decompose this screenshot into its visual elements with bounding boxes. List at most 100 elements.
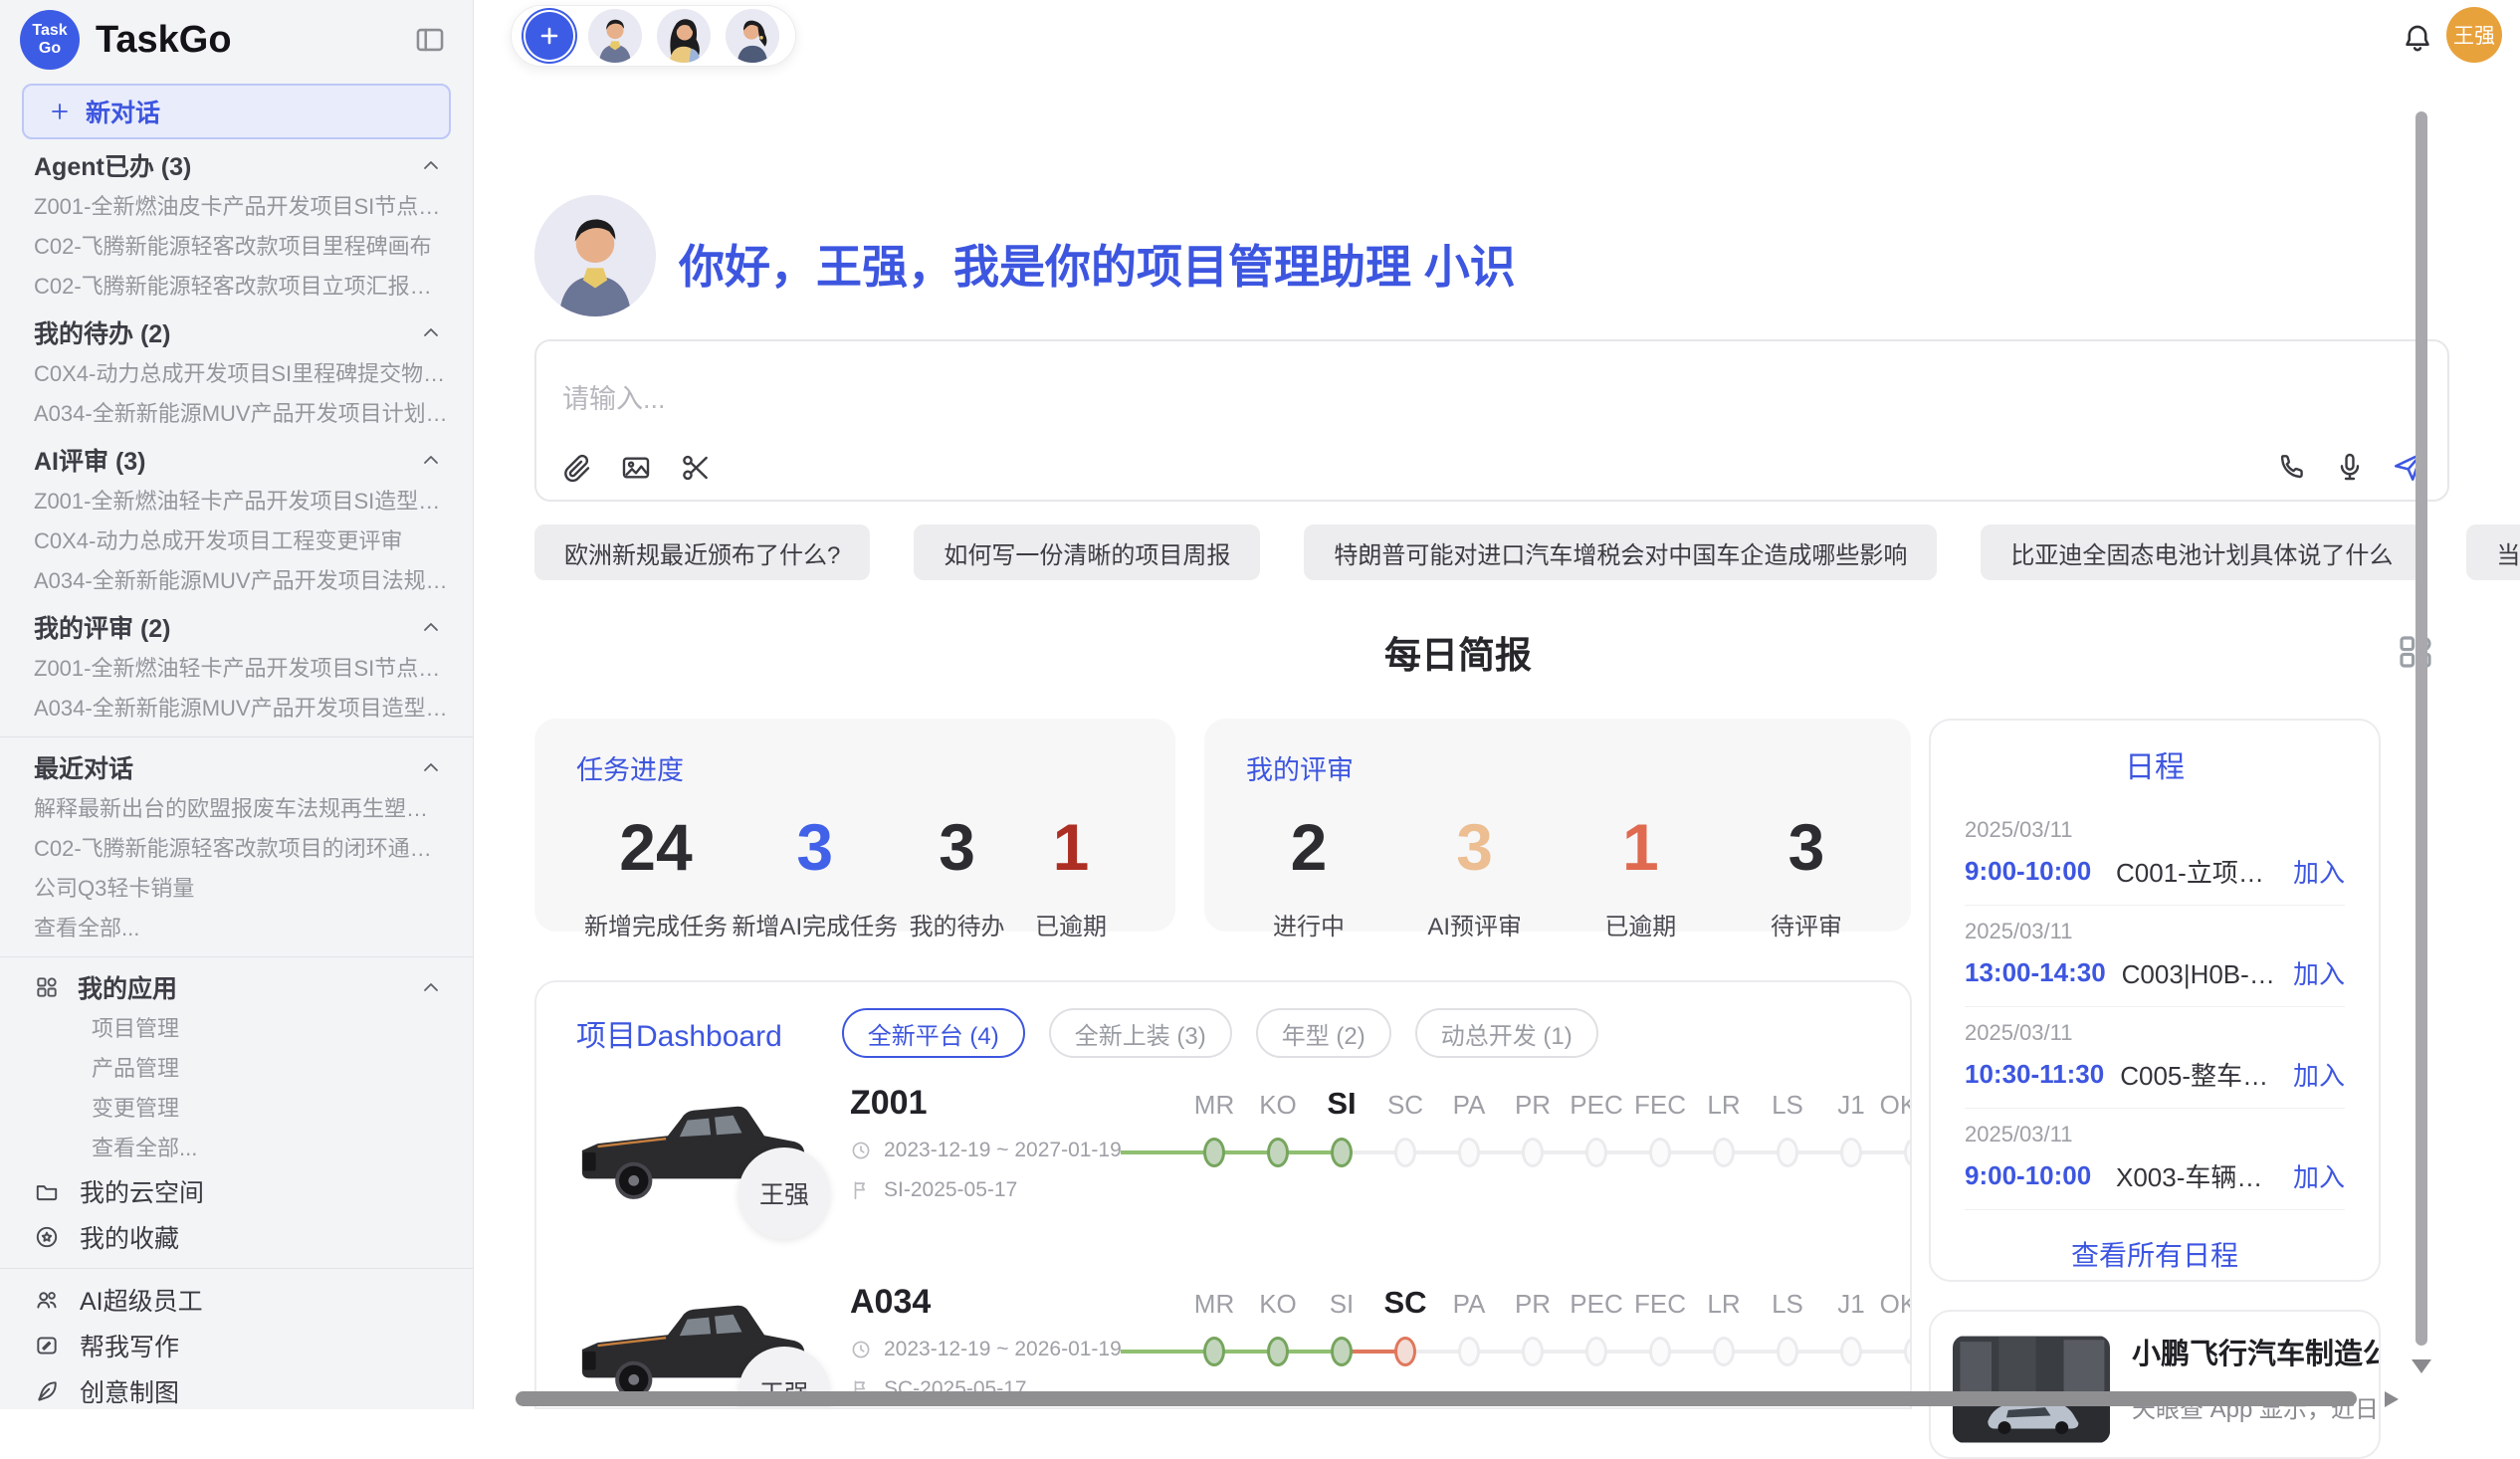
milestone-dot[interactable] <box>1458 1138 1480 1167</box>
milestone-dot[interactable] <box>1331 1337 1353 1366</box>
sidebar-item-help-write[interactable]: 帮我写作 <box>0 1323 473 1368</box>
chevron-up-icon <box>419 448 443 472</box>
milestone-dot[interactable] <box>1777 1337 1798 1366</box>
sidebar-app-item[interactable]: 变更管理 <box>0 1089 473 1129</box>
project-name[interactable]: Z001 <box>850 1084 1085 1123</box>
sidebar-section-header[interactable]: 我的评审 (2) <box>0 605 473 649</box>
sidebar-app-item[interactable]: 查看全部... <box>0 1129 473 1168</box>
news-title[interactable]: 小鹏飞行汽车制造公司增资 <box>2132 1336 2381 1373</box>
milestone-dot[interactable] <box>1713 1337 1735 1366</box>
phone-icon[interactable] <box>2276 451 2308 483</box>
event-join-link[interactable]: 加入 <box>2293 1056 2345 1093</box>
dashboard-filter-chip[interactable]: 年型 (2) <box>1256 1008 1391 1058</box>
sidebar-item-favorites[interactable]: 我的收藏 <box>0 1214 473 1260</box>
milestone-dot[interactable] <box>1649 1138 1671 1167</box>
scissors-icon[interactable] <box>680 452 712 484</box>
sidebar-item-ai-employee[interactable]: AI超级员工 <box>0 1277 473 1323</box>
sidebar-item[interactable]: 解释最新出台的欧盟报废车法规再生塑料比例被调至15%... <box>0 789 473 829</box>
milestone-dot[interactable] <box>1458 1337 1480 1366</box>
sidebar-item[interactable]: A034-全新新能源MUV产品开发项目法规符合性评审 <box>0 561 473 601</box>
suggestion-chip[interactable]: 如何写一份清晰的项目周报 <box>914 524 1260 580</box>
schedule-view-all-link[interactable]: 查看所有日程 <box>1931 1234 2379 1274</box>
milestone-dot[interactable] <box>1649 1337 1671 1366</box>
vertical-scrollbar[interactable] <box>2415 111 2427 1346</box>
suggestion-chip[interactable]: 欧洲新规最近颁布了什么? <box>534 524 870 580</box>
my-reviews-label[interactable]: 我的评审 <box>1246 748 1869 787</box>
sidebar-item[interactable]: Z001-全新燃油轻卡产品开发项目SI节点属性5D文件评审 <box>0 649 473 689</box>
notifications-bell-icon[interactable] <box>2401 22 2434 56</box>
chat-input-box[interactable]: 请输入... <box>534 339 2449 502</box>
project-name[interactable]: A034 <box>850 1283 1085 1322</box>
creative-draw-label: 创意制图 <box>80 1373 179 1409</box>
recent-chats-header[interactable]: 最近对话 <box>0 745 473 789</box>
sidebar-item[interactable]: C02-飞腾新能源轻客改款项目的闭环通告反馈情况 <box>0 829 473 869</box>
suggestion-chip[interactable]: 当下年轻人对汽车外观有怎样的喜好趋势 <box>2466 524 2520 580</box>
sidebar-item[interactable]: A034-全新新能源MUV产品开发项目造型可行性评审 <box>0 689 473 729</box>
new-chat-button[interactable]: 新对话 <box>22 84 451 139</box>
scroll-right-arrow[interactable] <box>2385 1391 2399 1407</box>
sidebar-app-item[interactable]: 产品管理 <box>0 1049 473 1089</box>
add-agent-button[interactable] <box>525 12 573 60</box>
milestone-dot[interactable] <box>1522 1337 1544 1366</box>
sidebar-item[interactable]: 公司Q3轻卡销量 <box>0 869 473 909</box>
attachment-icon[interactable] <box>560 452 592 484</box>
recent-view-all[interactable]: 查看全部... <box>0 909 473 948</box>
event-join-link[interactable]: 加入 <box>2293 853 2345 890</box>
sidebar-item[interactable]: Z001-全新燃油轻卡产品开发项目SI造型提交物评审 <box>0 482 473 521</box>
milestone-dot[interactable] <box>1267 1138 1289 1167</box>
event-join-link[interactable]: 加入 <box>2293 1157 2345 1194</box>
news-card[interactable]: 小鹏飞行汽车制造公司增资 天眼查 App 显示，近日广州汇天飞行汽... <box>1929 1310 2381 1459</box>
agent-avatar-1[interactable] <box>588 9 642 63</box>
sidebar-section-header[interactable]: 我的待办 (2) <box>0 311 473 354</box>
sidebar-app-item[interactable]: 项目管理 <box>0 1009 473 1049</box>
dashboard-filter-chip[interactable]: 全新平台 (4) <box>842 1008 1025 1058</box>
milestone-dot[interactable] <box>1203 1138 1225 1167</box>
sidebar-section-header[interactable]: AI评审 (3) <box>0 438 473 482</box>
milestone-dot[interactable] <box>1394 1138 1416 1167</box>
sidebar-item[interactable]: A034-全新新能源MUV产品开发项目计划变更表编写 <box>0 394 473 434</box>
stat-value: 24 <box>584 809 728 885</box>
image-icon[interactable] <box>620 452 652 484</box>
dashboard-filter-chip[interactable]: 动总开发 (1) <box>1415 1008 1598 1058</box>
agent-avatar-3[interactable] <box>726 9 779 63</box>
task-progress-label[interactable]: 任务进度 <box>576 748 1134 787</box>
sidebar-item[interactable]: Z001-全新燃油皮卡产品开发项目SI节点Lesson Learn报告 <box>0 187 473 227</box>
milestone-dot[interactable] <box>1585 1337 1607 1366</box>
milestone-dot[interactable] <box>1585 1138 1607 1167</box>
suggestion-chip[interactable]: 比亚迪全固态电池计划具体说了什么 <box>1981 524 2422 580</box>
sidebar-item[interactable]: C0X4-动力总成开发项目SI里程碑提交物检查 <box>0 354 473 394</box>
dashboard-title[interactable]: 项目Dashboard <box>576 1011 782 1055</box>
milestone-dot[interactable] <box>1840 1337 1862 1366</box>
scroll-down-arrow[interactable] <box>2412 1359 2431 1373</box>
milestone-dot[interactable] <box>1904 1337 1912 1366</box>
milestone-dot[interactable] <box>1777 1138 1798 1167</box>
sidebar-item-creative-draw[interactable]: 创意制图 <box>0 1368 473 1409</box>
sidebar-section-header[interactable]: Agent已办 (3) <box>0 143 473 187</box>
milestone-dot[interactable] <box>1713 1138 1735 1167</box>
stat-label: 新增AI完成任务 <box>732 907 898 941</box>
sidebar-item-cloud-space[interactable]: 我的云空间 <box>0 1168 473 1214</box>
project-owner-avatar[interactable]: 王强 <box>738 1147 830 1239</box>
user-avatar[interactable]: 王强 <box>2446 7 2502 63</box>
milestone-dot[interactable] <box>1840 1138 1862 1167</box>
my-apps-header[interactable]: 我的应用 <box>0 965 473 1009</box>
agent-avatar-2[interactable] <box>657 9 711 63</box>
sidebar-item[interactable]: C02-飞腾新能源轻客改款项目立项汇报方案 <box>0 267 473 307</box>
event-join-link[interactable]: 加入 <box>2293 954 2345 991</box>
collapse-sidebar-icon[interactable] <box>413 23 447 57</box>
milestone-label: MR <box>1194 1090 1234 1121</box>
milestone-dot[interactable] <box>1394 1337 1416 1366</box>
plus-icon <box>537 24 561 48</box>
milestone-dot[interactable] <box>1267 1337 1289 1366</box>
suggestion-chip[interactable]: 特朗普可能对进口汽车增税会对中国车企造成哪些影响 <box>1304 524 1937 580</box>
milestone-dot[interactable] <box>1904 1138 1912 1167</box>
milestone-dot[interactable] <box>1203 1337 1225 1366</box>
horizontal-scrollbar[interactable] <box>516 1391 2357 1406</box>
sidebar-item[interactable]: C0X4-动力总成开发项目工程变更评审 <box>0 521 473 561</box>
dashboard-filter-chip[interactable]: 全新上装 (3) <box>1049 1008 1232 1058</box>
milestone-dot[interactable] <box>1522 1138 1544 1167</box>
microphone-icon[interactable] <box>2334 451 2366 483</box>
milestone-dot[interactable] <box>1331 1138 1353 1167</box>
sidebar-item[interactable]: C02-飞腾新能源轻客改款项目里程碑画布 <box>0 227 473 267</box>
milestone-label: J1 <box>1837 1289 1864 1320</box>
